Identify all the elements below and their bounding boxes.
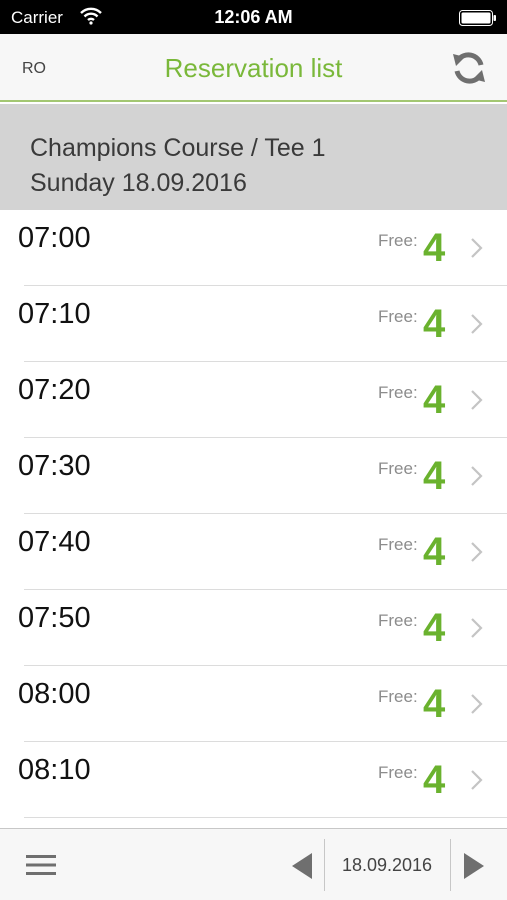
divider [450, 839, 451, 891]
tee-time: 07:50 [18, 602, 91, 634]
tee-time-row[interactable]: 07:10 Free: 4 [0, 286, 507, 362]
free-label: Free: [378, 307, 418, 326]
tee-time-row[interactable]: 08:00 Free: 4 [0, 666, 507, 742]
refresh-icon[interactable] [449, 48, 489, 88]
chevron-right-icon [471, 542, 483, 562]
free-count: 4 [423, 530, 446, 574]
free-label: Free: [378, 459, 418, 478]
bottom-toolbar: 18.09.2016 [0, 828, 507, 900]
divider [324, 839, 325, 891]
tee-time-row[interactable]: 07:30 Free: 4 [0, 438, 507, 514]
course-date: Sunday 18.09.2016 [30, 169, 247, 197]
free-count: 4 [423, 454, 446, 498]
previous-arrow-icon[interactable] [290, 851, 314, 881]
tee-time-list: 07:00 Free: 4 07:10 Free: 4 07:20 Free: … [0, 210, 507, 828]
tee-time: 07:00 [18, 222, 91, 254]
free-count: 4 [423, 682, 446, 726]
tee-time: 08:10 [18, 754, 91, 786]
free-label: Free: [378, 383, 418, 402]
tee-time-row[interactable]: 08:10 Free: 4 [0, 742, 507, 818]
free-label: Free: [378, 611, 418, 630]
chevron-right-icon [471, 618, 483, 638]
free-label: Free: [378, 687, 418, 706]
chevron-right-icon [471, 390, 483, 410]
free-count: 4 [423, 226, 446, 270]
tee-time-row[interactable]: 07:40 Free: 4 [0, 514, 507, 590]
course-name: Champions Course / Tee 1 [30, 134, 326, 162]
free-label: Free: [378, 231, 418, 250]
tee-time: 07:20 [18, 374, 91, 406]
free-label: Free: [378, 535, 418, 554]
next-arrow-icon[interactable] [462, 851, 486, 881]
page-title: Reservation list [164, 53, 343, 83]
tee-time: 07:10 [18, 298, 91, 330]
battery-icon [459, 10, 496, 26]
course-header: Champions Course / Tee 1 Sunday 18.09.20… [0, 104, 507, 210]
chevron-right-icon [471, 694, 483, 714]
free-count: 4 [423, 378, 446, 422]
free-label: Free: [378, 763, 418, 782]
tee-time: 07:40 [18, 526, 91, 558]
clock: 12:06 AM [214, 7, 293, 27]
status-bar: Carrier 12:06 AM [0, 0, 507, 34]
current-date[interactable]: 18.09.2016 [326, 855, 448, 876]
tee-time-row[interactable]: 07:20 Free: 4 [0, 362, 507, 438]
menu-icon[interactable] [26, 853, 56, 877]
chevron-right-icon [471, 770, 483, 790]
chevron-right-icon [471, 314, 483, 334]
chevron-right-icon [471, 466, 483, 486]
navigation-bar: RO Reservation list [0, 34, 507, 102]
tee-time: 08:00 [18, 678, 91, 710]
tee-time-row[interactable]: 07:50 Free: 4 [0, 590, 507, 666]
free-count: 4 [423, 606, 446, 650]
chevron-right-icon [471, 238, 483, 258]
free-count: 4 [423, 302, 446, 346]
tee-time: 07:30 [18, 450, 91, 482]
free-count: 4 [423, 758, 446, 802]
tee-time-row[interactable]: 07:00 Free: 4 [0, 210, 507, 286]
